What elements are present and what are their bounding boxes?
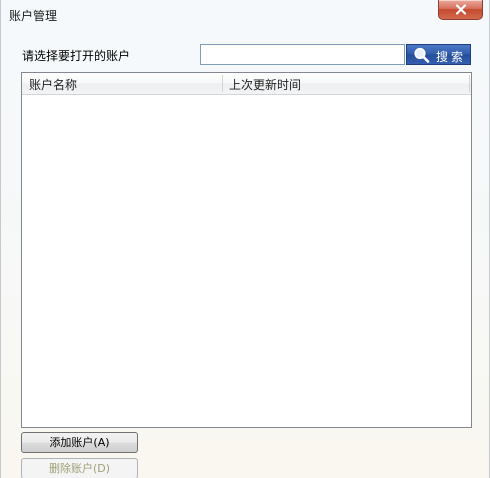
column-header-last-updated[interactable]: 上次更新时间	[229, 76, 301, 93]
search-input[interactable]	[200, 44, 405, 65]
add-account-button[interactable]: 添加账户(A)	[21, 432, 138, 453]
window-title: 账户管理	[9, 9, 58, 23]
column-header-account-name[interactable]: 账户名称	[29, 76, 77, 93]
search-button-label: 搜索	[436, 50, 467, 64]
search-button[interactable]: 搜索	[406, 44, 471, 65]
prompt-label: 请选择要打开的账户	[22, 49, 131, 63]
column-divider[interactable]	[222, 75, 223, 92]
close-icon	[455, 4, 467, 15]
accounts-list[interactable]: 账户名称 上次更新时间	[21, 72, 472, 428]
close-button[interactable]	[438, 0, 483, 20]
account-manager-dialog: 账户管理 请选择要打开的账户 搜索 账户名称 上次更新时间 添加账户(A) 删除…	[0, 0, 490, 478]
list-header: 账户名称 上次更新时间	[22, 73, 471, 95]
search-icon	[414, 47, 430, 63]
column-divider[interactable]	[469, 75, 470, 92]
delete-account-button[interactable]: 删除账户(D)	[21, 458, 138, 478]
title-bar[interactable]: 账户管理	[1, 0, 490, 32]
